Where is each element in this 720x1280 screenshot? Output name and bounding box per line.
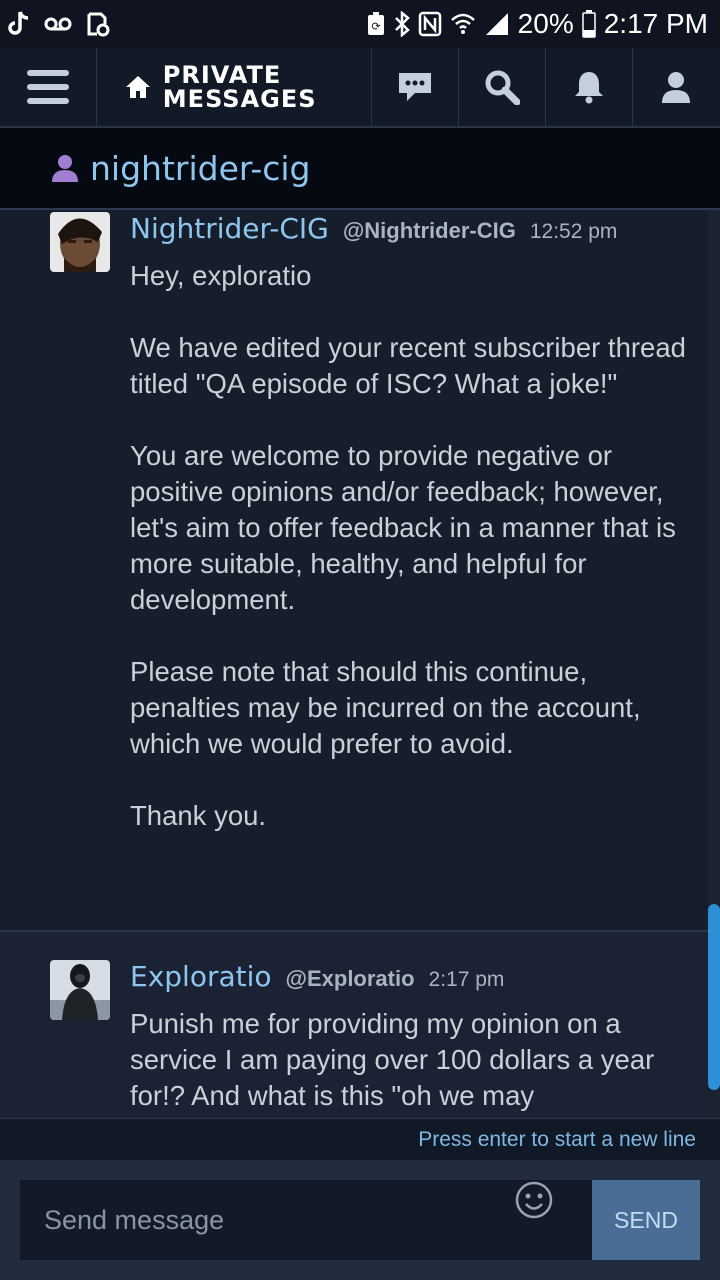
- search-icon: [485, 70, 520, 105]
- message-paragraph: Hey, exploratio: [130, 260, 312, 291]
- message-item: Nightrider-CIG @Nightrider-CIG 12:52 pm …: [0, 210, 720, 932]
- conversation-header: nightrider-cig: [0, 128, 720, 210]
- message-body: Hey, exploratio We have edited your rece…: [130, 258, 690, 834]
- message-header: Nightrider-CIG @Nightrider-CIG 12:52 pm: [130, 212, 720, 252]
- composer-hint: Press enter to start a new line: [418, 1127, 696, 1151]
- bluetooth-icon: [394, 9, 410, 39]
- message-paragraph: We have edited your recent subscriber th…: [130, 332, 686, 399]
- message-input-container: [20, 1180, 592, 1260]
- voicemail-icon: [44, 9, 72, 39]
- tiktok-notification-icon: [8, 9, 30, 39]
- message-item: Exploratio @Exploratio 2:17 pm Punish me…: [0, 932, 720, 1118]
- screenshot-notification-icon: [86, 9, 110, 39]
- chat-button[interactable]: [372, 48, 459, 126]
- composer-hint-bar: Press enter to start a new line: [0, 1118, 720, 1160]
- message-time: 12:52 pm: [529, 220, 618, 243]
- send-button[interactable]: SEND: [592, 1180, 700, 1260]
- home-icon: [125, 76, 150, 98]
- status-bar: ⟳ 20% 2:17 PM: [0, 0, 720, 48]
- conversation-name[interactable]: nightrider-cig: [90, 149, 311, 188]
- page-title-home-link[interactable]: PRIVATE MESSAGES: [97, 48, 372, 126]
- scrollbar[interactable]: [708, 210, 720, 1118]
- message-paragraph: Please note that should this continue, p…: [130, 656, 641, 759]
- author-handle: @Nightrider-CIG: [342, 218, 516, 243]
- page-title: PRIVATE MESSAGES: [162, 61, 317, 113]
- message-paragraph: Thank you.: [130, 800, 267, 831]
- battery-saver-icon: ⟳: [366, 9, 386, 39]
- chat-icon: [398, 73, 431, 101]
- menu-button[interactable]: [0, 48, 97, 126]
- emoji-icon[interactable]: [514, 1180, 554, 1220]
- message-body: Punish me for providing my opinion on a …: [130, 1006, 690, 1114]
- user-icon: [52, 155, 78, 182]
- avatar[interactable]: [50, 212, 110, 272]
- nfc-icon: [418, 9, 442, 39]
- message-time: 2:17 pm: [428, 968, 505, 991]
- top-nav-bar: PRIVATE MESSAGES: [0, 48, 720, 128]
- bell-icon: [574, 72, 603, 104]
- scrollbar-thumb[interactable]: [708, 904, 720, 1090]
- message-list[interactable]: Nightrider-CIG @Nightrider-CIG 12:52 pm …: [0, 210, 720, 1118]
- message-paragraph: You are welcome to provide negative or p…: [130, 440, 676, 615]
- author-name[interactable]: Exploratio: [130, 960, 272, 993]
- message-paragraph: Punish me for providing my opinion on a …: [130, 1008, 655, 1111]
- avatar[interactable]: [50, 960, 110, 1020]
- notifications-button[interactable]: [546, 48, 633, 126]
- message-input[interactable]: [44, 1204, 504, 1236]
- author-name[interactable]: Nightrider-CIG: [130, 212, 329, 245]
- signal-icon: [484, 9, 510, 39]
- search-button[interactable]: [459, 48, 546, 126]
- profile-button[interactable]: [633, 48, 720, 126]
- hamburger-icon: [26, 70, 69, 104]
- clock: 2:17 PM: [603, 8, 708, 39]
- author-handle: @Exploratio: [285, 966, 415, 991]
- svg-text:⟳: ⟳: [371, 20, 380, 33]
- user-icon: [662, 72, 691, 103]
- message-composer: SEND: [0, 1160, 720, 1280]
- battery-percent: 20%: [517, 8, 574, 39]
- battery-icon: [581, 9, 596, 39]
- wifi-icon: [450, 9, 476, 39]
- message-header: Exploratio @Exploratio 2:17 pm: [130, 960, 720, 1000]
